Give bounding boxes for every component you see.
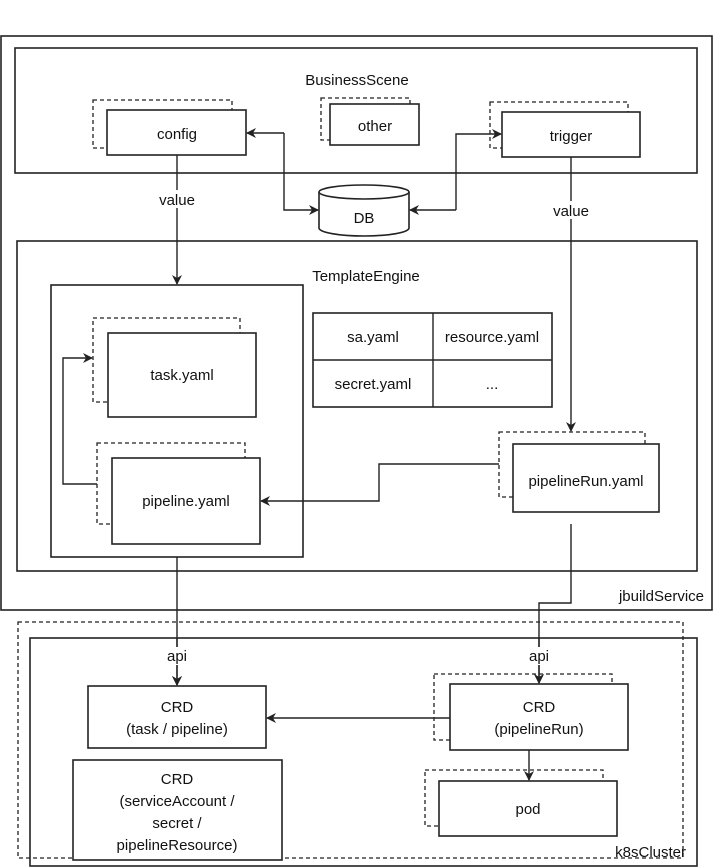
db-node[interactable]: DB (318, 184, 410, 237)
api-left-label: api (167, 648, 187, 665)
trigger-value-label: value (553, 203, 589, 220)
template-engine-title: TemplateEngine (312, 268, 420, 285)
crd-line: secret / (152, 815, 202, 832)
crd-line: CRD (523, 699, 556, 716)
table-cell: sa.yaml (347, 329, 399, 346)
pipeline-run-to-pipeline-edge (260, 463, 499, 506)
table-cell: secret.yaml (335, 376, 412, 393)
trigger-label: trigger (550, 128, 593, 145)
other-node[interactable]: other (320, 97, 420, 146)
config-label: config (157, 126, 197, 143)
trigger-node[interactable]: trigger (489, 101, 641, 158)
api-right-label: api (529, 648, 549, 665)
db-label: DB (354, 210, 375, 227)
k8s-cluster-label: k8sCluster (615, 844, 686, 861)
table-cell: ... (486, 376, 499, 393)
config-db-edge (283, 133, 319, 215)
pipeline-run-yaml-label: pipelineRun.yaml (528, 473, 643, 490)
table-cell: resource.yaml (445, 329, 539, 346)
crd-service-account-node[interactable]: CRD (serviceAccount / secret / pipelineR… (72, 759, 283, 861)
other-label: other (358, 118, 392, 135)
task-yaml-label: task.yaml (150, 367, 213, 384)
task-yaml-node[interactable]: task.yaml (92, 317, 257, 418)
trigger-db-edge (455, 129, 502, 210)
crd-line: pipelineResource) (117, 837, 238, 854)
config-node[interactable]: config (92, 99, 247, 156)
crd-line: (task / pipeline) (126, 721, 228, 738)
crd-task-pipeline-node[interactable]: CRD (task / pipeline) (87, 685, 267, 749)
config-value-label: value (159, 192, 195, 209)
architecture-diagram: jbuildService BusinessScene config other… (0, 35, 713, 867)
yaml-table: sa.yaml resource.yaml secret.yaml ... (312, 312, 553, 408)
crd-line: CRD (161, 771, 194, 788)
pipeline-yaml-label: pipeline.yaml (142, 493, 230, 510)
business-scene-title: BusinessScene (305, 72, 408, 89)
crd-pipeline-run-node[interactable]: CRD (pipelineRun) (433, 673, 629, 751)
crd-line: (serviceAccount / (119, 793, 235, 810)
crd-line: (pipelineRun) (494, 721, 583, 738)
pipeline-task-edge (62, 353, 97, 485)
jbuild-service-label: jbuildService (618, 588, 704, 605)
crd-line: CRD (161, 699, 194, 716)
pipeline-run-yaml-node[interactable]: pipelineRun.yaml (498, 431, 660, 513)
pipeline-yaml-node[interactable]: pipeline.yaml (96, 442, 261, 545)
pod-node[interactable]: pod (424, 769, 618, 837)
pod-label: pod (515, 801, 540, 818)
